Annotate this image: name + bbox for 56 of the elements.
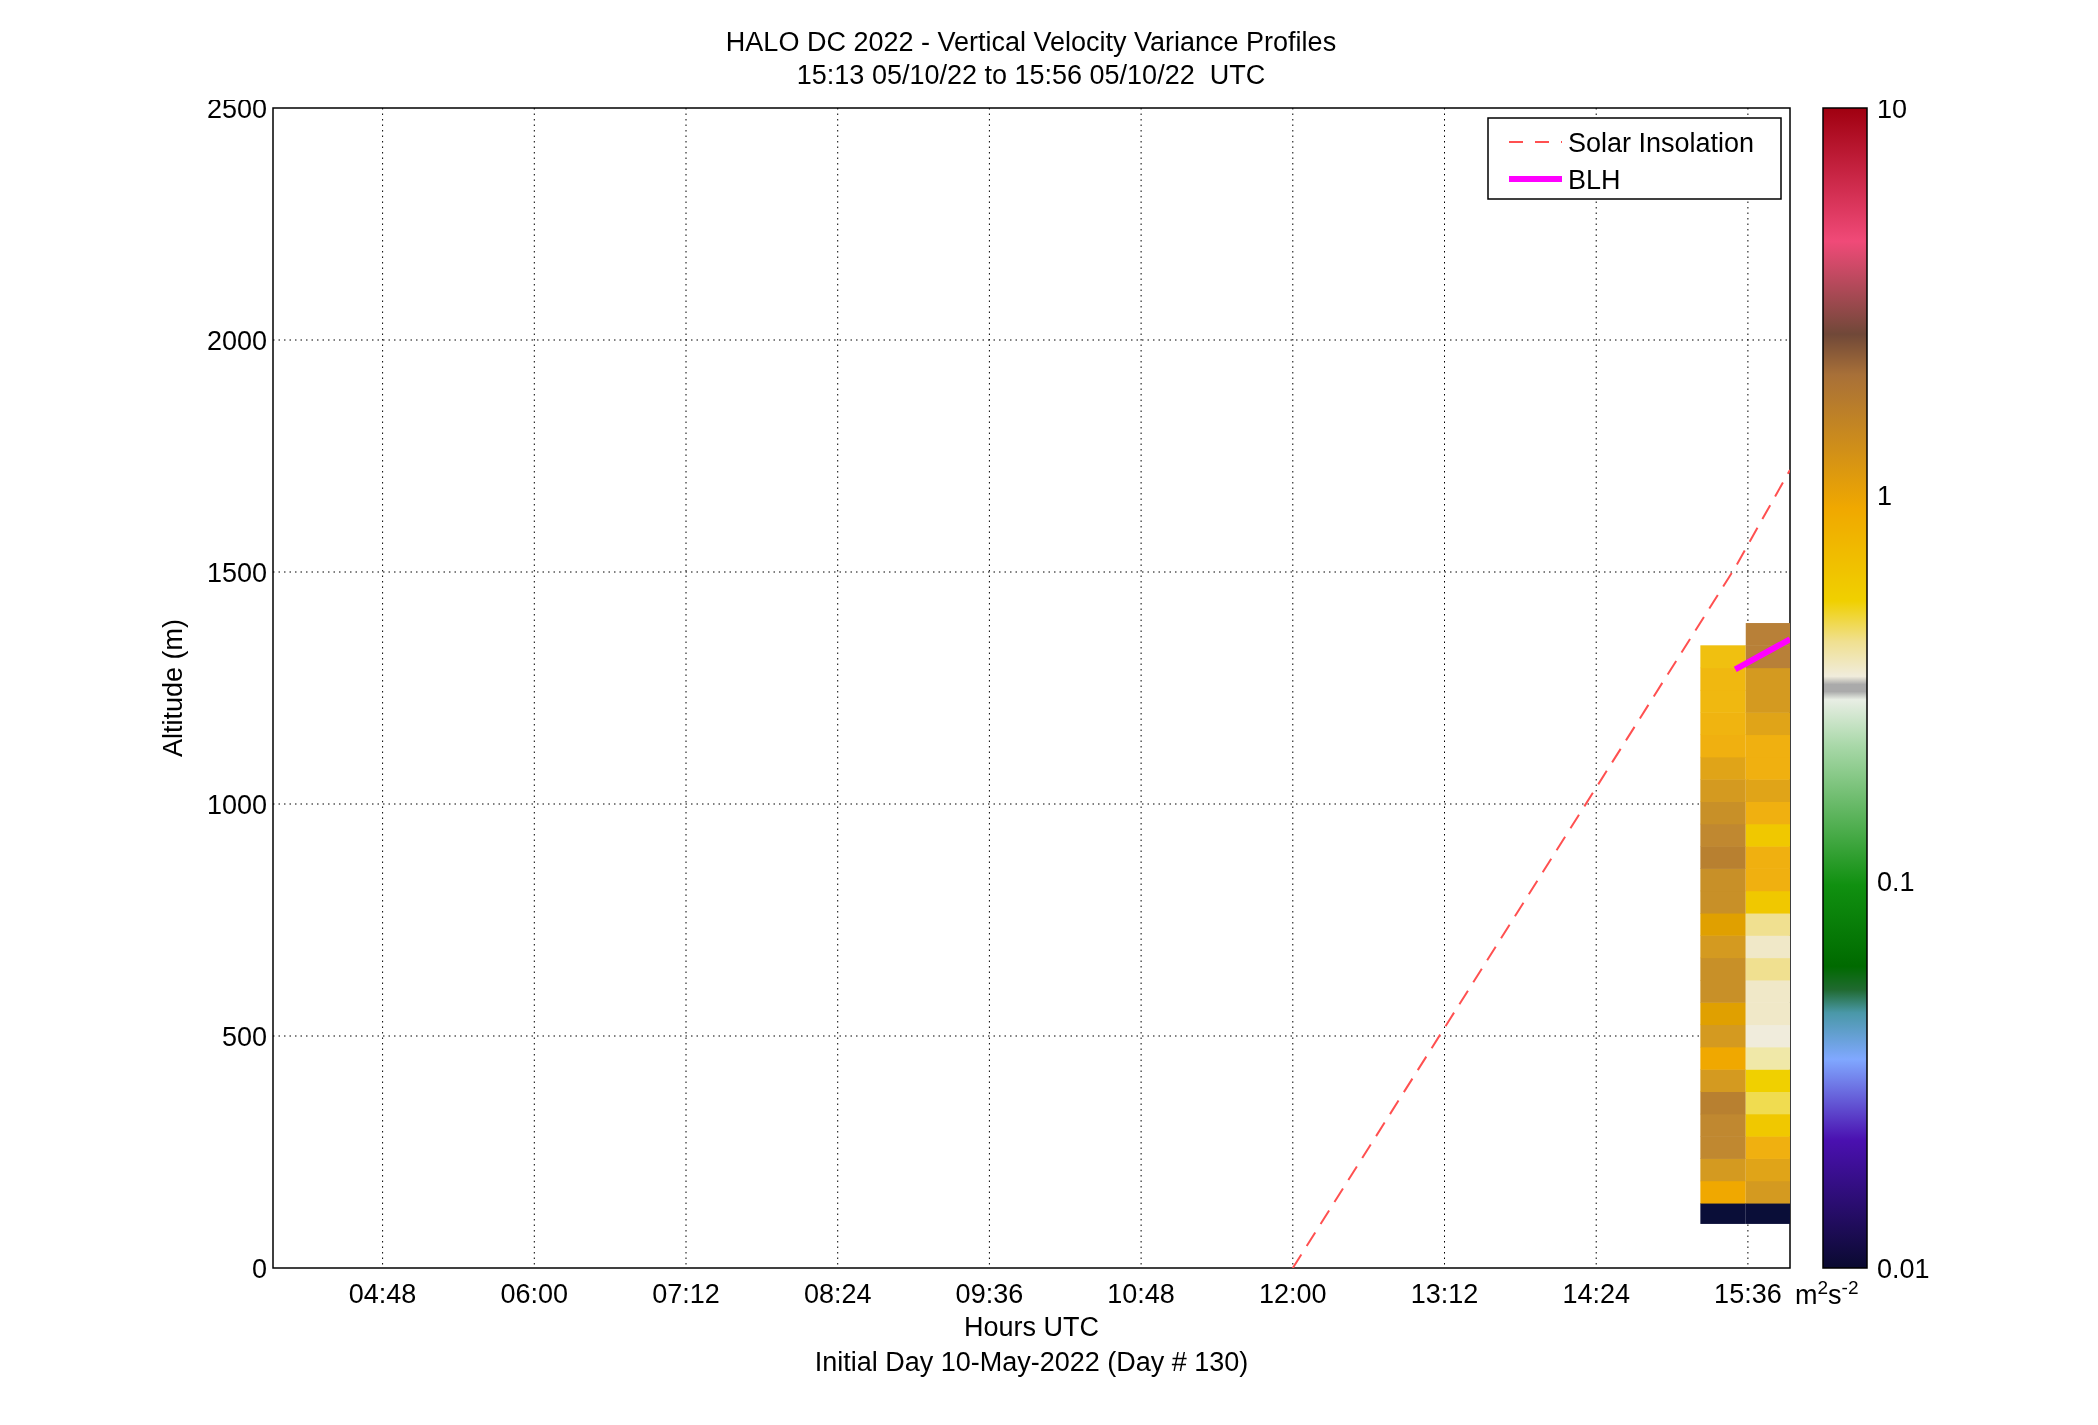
heatmap-cell bbox=[1700, 689, 1746, 713]
heatmap-cell bbox=[1700, 890, 1746, 914]
heatmap-cell bbox=[1700, 935, 1746, 959]
heatmap-cell bbox=[1700, 913, 1746, 936]
chart-title: HALO DC 2022 - Vertical Velocity Variance Profiles bbox=[725, 26, 1337, 59]
x-tick-label: 15:36 bbox=[1714, 1279, 1782, 1309]
x-tick-label: 04:48 bbox=[348, 1279, 417, 1309]
heatmap-cell bbox=[1700, 801, 1746, 825]
x-tick-label: 12:00 bbox=[1259, 1279, 1327, 1309]
heatmap-cell bbox=[1700, 779, 1746, 802]
x-tick-label: 07:12 bbox=[652, 1279, 720, 1309]
heatmap-cell bbox=[1700, 1069, 1746, 1092]
x-tick-label: 08:24 bbox=[803, 1279, 872, 1309]
heatmap-cell bbox=[1700, 1113, 1746, 1137]
x-tick-label: 13:12 bbox=[1410, 1279, 1479, 1309]
y-tick-label: 500 bbox=[221, 1022, 267, 1052]
y-tick-label: 2500 bbox=[206, 100, 267, 124]
x-tick-label: 14:24 bbox=[1562, 1279, 1630, 1309]
x-tick-label: 06:00 bbox=[500, 1279, 569, 1309]
heatmap-cell bbox=[1700, 1158, 1746, 1182]
heatmap-cell bbox=[1700, 1136, 1746, 1159]
y-tick-label: 1500 bbox=[206, 558, 267, 588]
legend-label: BLH bbox=[1568, 165, 1621, 195]
heatmap-cell bbox=[1700, 734, 1746, 758]
heatmap-cell bbox=[1700, 712, 1746, 736]
legend-swatch bbox=[1509, 176, 1562, 182]
heatmap-cell bbox=[1700, 1091, 1746, 1115]
heatmap-cell bbox=[1700, 957, 1746, 981]
colorbar-tick-label: 0.1 bbox=[1877, 867, 1915, 898]
dashed-legend-swatch bbox=[1508, 141, 1563, 143]
heatmap-cell bbox=[1700, 1024, 1746, 1048]
heatmap-cell bbox=[1700, 645, 1746, 669]
y-axis-label: Altitude (m) bbox=[158, 619, 188, 757]
chart-subtitle: 15:13 05/10/22 to 15:56 05/10/22 UTC bbox=[796, 59, 1266, 92]
x-tick-label: 10:48 bbox=[1107, 1279, 1175, 1309]
colorbar-tick-label: 10 bbox=[1877, 100, 1908, 124]
heatmap-cell bbox=[1700, 823, 1746, 847]
heatmap-cell bbox=[1700, 1046, 1746, 1070]
heatmap-cell bbox=[1700, 1180, 1746, 1204]
heatmap-cell bbox=[1700, 667, 1746, 691]
heatmap-cell bbox=[1700, 1203, 1746, 1224]
footer-caption: Initial Day 10-May-2022 (Day # 130) bbox=[814, 1347, 1249, 1377]
heatmap-cell bbox=[1700, 979, 1746, 1003]
colorbar-unit-label: m$^{2}$s$^{-2}$ bbox=[1795, 1280, 1859, 1310]
x-tick-label: 09:36 bbox=[955, 1279, 1024, 1309]
x-axis-label: Hours UTC bbox=[964, 1312, 1099, 1342]
heatmap-cell bbox=[1700, 756, 1746, 780]
y-tick-label: 1000 bbox=[206, 790, 267, 820]
legend-label: Solar Insolation bbox=[1568, 128, 1755, 158]
colorbar-tick-label: 0.01 bbox=[1877, 1254, 1930, 1284]
y-tick-label: 2000 bbox=[206, 326, 267, 356]
heatmap-cell bbox=[1700, 1002, 1746, 1026]
heatmap-cell bbox=[1700, 846, 1746, 869]
y-tick-label: 0 bbox=[251, 1254, 267, 1284]
heatmap-cell bbox=[1700, 868, 1746, 892]
colorbar-tick-label: 1 bbox=[1877, 480, 1893, 511]
